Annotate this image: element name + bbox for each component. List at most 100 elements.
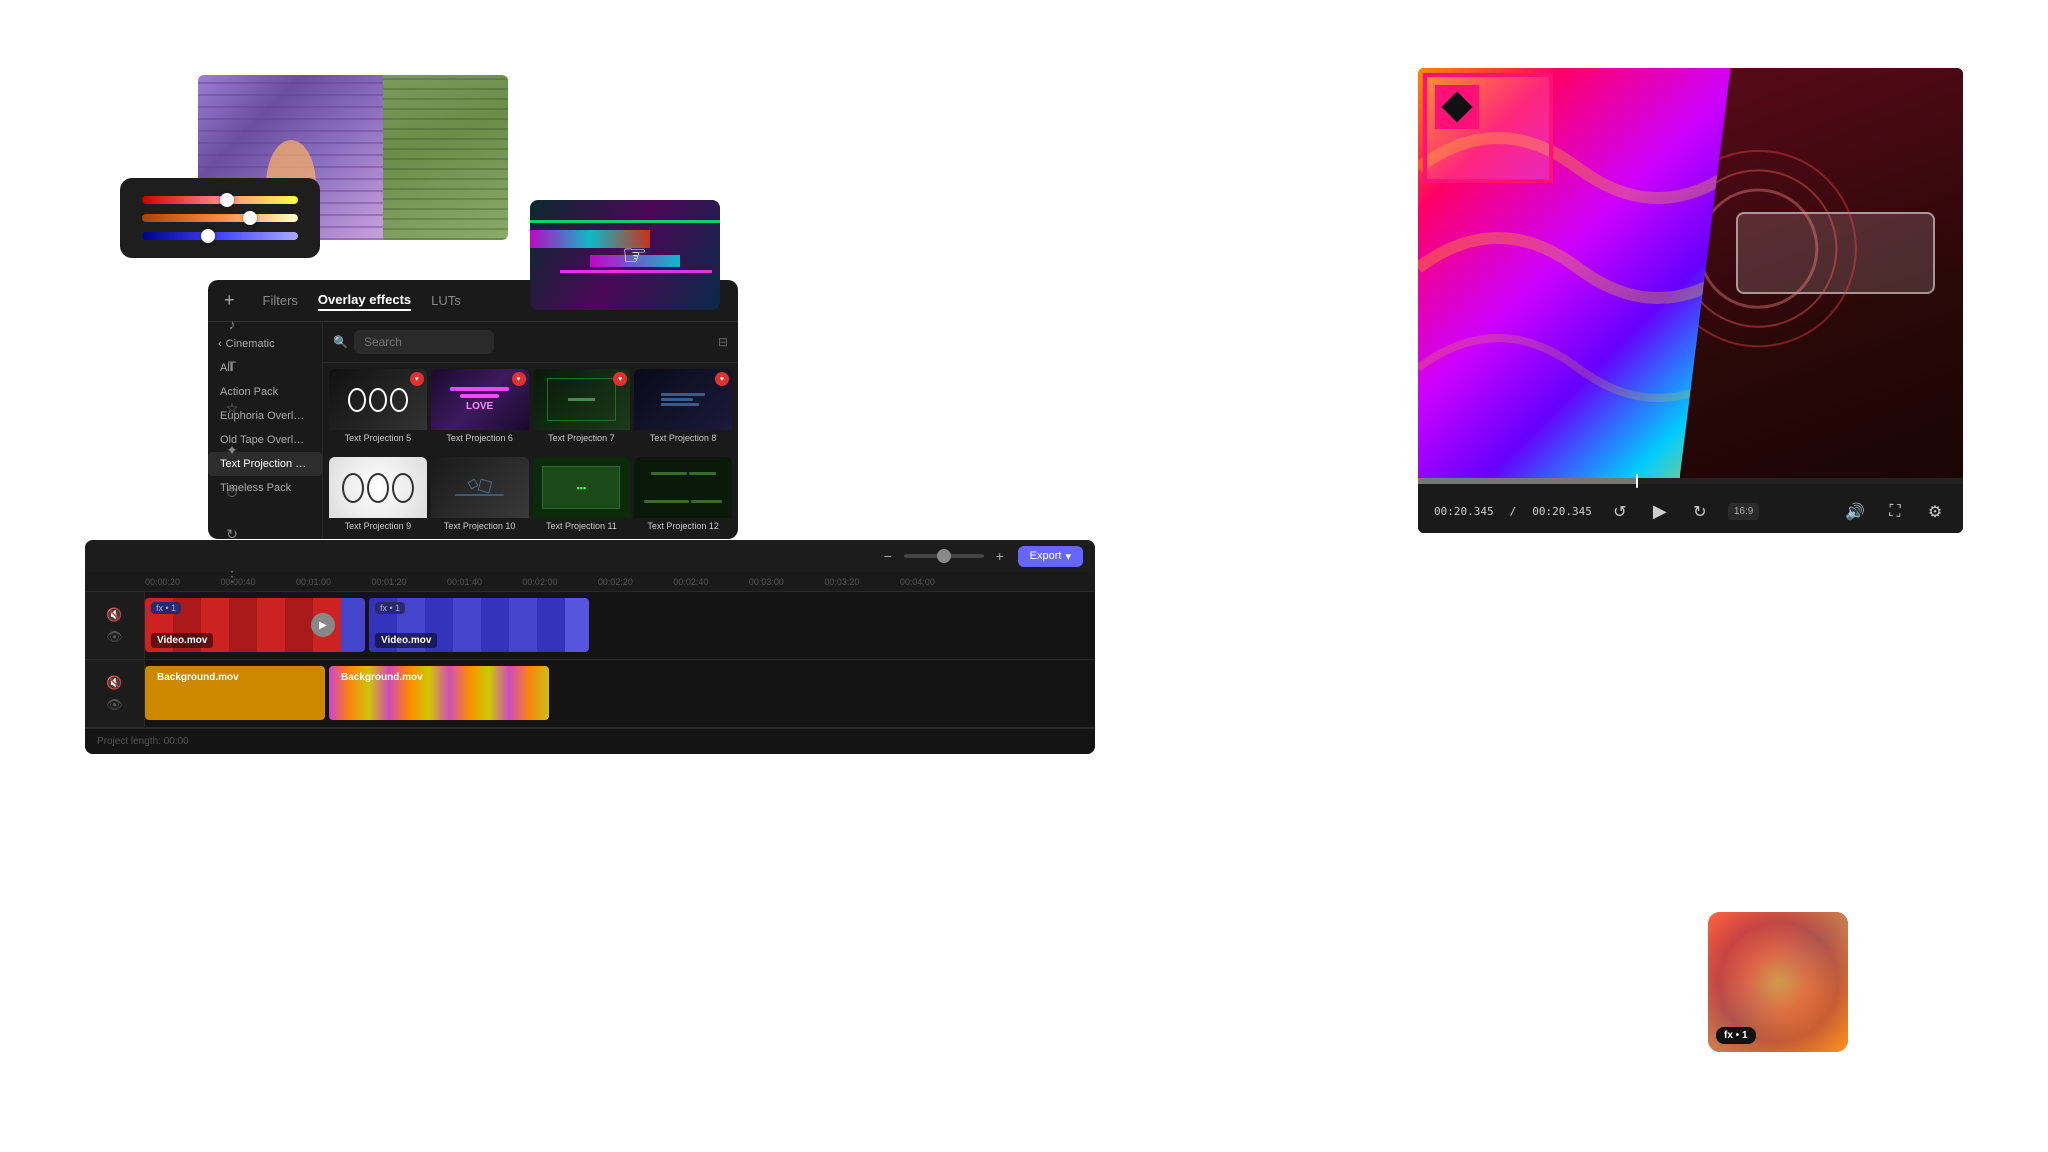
- bg-track-row: 🔇 👁 Background.mov Background.mov: [85, 660, 1095, 728]
- volume-button[interactable]: 🔊: [1843, 500, 1867, 524]
- forward-button[interactable]: ↻: [1688, 500, 1712, 524]
- thumb-tp7[interactable]: Text Projection 7: [533, 369, 631, 445]
- toolbar-icon-effects[interactable]: ☆: [218, 394, 246, 422]
- orange-slider-row: [142, 214, 298, 222]
- zoom-in-button[interactable]: +: [990, 546, 1010, 566]
- floating-thumbnail[interactable]: fx • 1: [1708, 912, 1848, 1052]
- thumb-tp8[interactable]: Text Projection 8: [634, 369, 732, 445]
- ruler-6: 00:02:20: [598, 577, 633, 587]
- bg-segment-2[interactable]: Background.mov: [329, 666, 549, 720]
- playhead-marker[interactable]: ▶: [311, 613, 335, 637]
- video-segment-1[interactable]: fx • 1 Video.mov ▶: [145, 598, 365, 652]
- thumb-tp11[interactable]: ▪▪▪ Text Projection 11: [533, 457, 631, 533]
- zoom-out-button[interactable]: −: [878, 546, 898, 566]
- search-icon: 🔍: [333, 335, 348, 349]
- color-sliders-panel: [120, 178, 320, 258]
- time-separator: /: [1510, 505, 1517, 518]
- filter-icon[interactable]: ⊟: [718, 335, 728, 349]
- ruler-2: 00:01:00: [296, 577, 331, 587]
- bg-eye-icon[interactable]: 👁: [106, 697, 123, 713]
- video-track-row: 🔇 👁 fx • 1 Video.mov ▶: [85, 592, 1095, 660]
- thumb-label-tp5: Text Projection 5: [329, 430, 427, 445]
- search-input[interactable]: [354, 330, 494, 354]
- toolbar-icon-text[interactable]: T: [218, 352, 246, 380]
- cursor-icon: ☞: [622, 239, 647, 272]
- thumb-img-tp9: [329, 457, 427, 518]
- diamond-shape: [1441, 91, 1472, 122]
- timeline-footer: Project length: 00:00: [85, 728, 1095, 754]
- tab-overlay[interactable]: Overlay effects: [318, 290, 411, 311]
- thumb-badge-tp5: [410, 372, 424, 386]
- red-slider-row: [142, 196, 298, 204]
- zoom-slider[interactable]: [904, 554, 984, 558]
- video-seg1-label: Video.mov: [151, 633, 213, 648]
- diamond-icon: [1435, 85, 1479, 129]
- zoom-controls: − +: [878, 546, 1010, 566]
- ruler-7: 00:02:40: [673, 577, 708, 587]
- video-seg2-fx: fx • 1: [375, 602, 405, 614]
- thumb-badge-tp8: [715, 372, 729, 386]
- tab-filters[interactable]: Filters: [263, 291, 298, 310]
- total-time: 00:20.345: [1532, 505, 1592, 518]
- effects-grid-area: 🔍 ⊟: [323, 322, 738, 539]
- ruler-5: 00:02:00: [522, 577, 557, 587]
- thumb-tp5[interactable]: Text Projection 5: [329, 369, 427, 445]
- aspect-ratio-button[interactable]: 16:9: [1728, 503, 1759, 520]
- search-row: 🔍 ⊟: [323, 322, 738, 363]
- ruler-9: 00:03:20: [824, 577, 859, 587]
- play-button[interactable]: ▶: [1648, 500, 1672, 524]
- red-slider-track[interactable]: [142, 196, 298, 204]
- export-button[interactable]: Export ▾: [1018, 546, 1083, 567]
- thumb-label-tp7: Text Projection 7: [533, 430, 631, 445]
- video-progress-strip[interactable]: [1418, 478, 1963, 484]
- bg-track-content[interactable]: Background.mov Background.mov: [145, 660, 1095, 727]
- toolbar-icon-music[interactable]: ♪: [218, 310, 246, 338]
- thumb-img-tp12: [634, 457, 732, 518]
- main-video-preview: 00:20.345 / 00:20.345 ↺ ▶ ↻ 16:9 🔊 ⛶ ⚙: [1418, 68, 1963, 533]
- rewind-button[interactable]: ↺: [1608, 500, 1632, 524]
- fullscreen-button[interactable]: ⛶: [1883, 500, 1907, 524]
- thumb-img-tp10: [431, 457, 529, 518]
- video-segment-2[interactable]: fx • 1 Video.mov: [369, 598, 589, 652]
- photo-right: [383, 75, 508, 240]
- add-button[interactable]: +: [224, 290, 235, 311]
- thumb-tp10[interactable]: Text Projection 10: [431, 457, 529, 533]
- thumb-label-tp10: Text Projection 10: [431, 518, 529, 533]
- orange-slider-track[interactable]: [142, 214, 298, 222]
- video-track-content[interactable]: fx • 1 Video.mov ▶ fx • 1: [145, 592, 1095, 659]
- left-toolbar: ♪ T ☆ ✦ ⏱ ↻ ⋮: [218, 310, 246, 590]
- glitch-thumbnail[interactable]: ☞: [530, 200, 720, 310]
- tab-luts[interactable]: LUTs: [431, 291, 461, 310]
- thumb-tp6[interactable]: LOVE Text Projection 6: [431, 369, 529, 445]
- toolbar-icon-timer[interactable]: ⏱: [218, 478, 246, 506]
- ruler-3: 00:01:20: [371, 577, 406, 587]
- thumb-img-tp11: ▪▪▪: [533, 457, 631, 518]
- ruler-10: 00:04:00: [900, 577, 935, 587]
- thumb-label-tp6: Text Projection 6: [431, 430, 529, 445]
- video-seg2-label: Video.mov: [375, 633, 437, 648]
- video-track-controls: 🔇 👁: [85, 592, 145, 659]
- red-slider-thumb[interactable]: [220, 193, 234, 207]
- blue-slider-thumb[interactable]: [201, 229, 215, 243]
- preview-image: [1418, 68, 1963, 478]
- video-progress-fill: [1418, 478, 1636, 484]
- settings-button[interactable]: ⚙: [1923, 500, 1947, 524]
- toolbar-icon-more[interactable]: ⋮: [218, 562, 246, 590]
- float-fx-badge: fx • 1: [1716, 1027, 1756, 1044]
- orange-slider-thumb[interactable]: [243, 211, 257, 225]
- toolbar-icon-magic[interactable]: ✦: [218, 436, 246, 464]
- bg-seg1-label: Background.mov: [151, 670, 245, 685]
- thumb-tp12[interactable]: Text Projection 12: [634, 457, 732, 533]
- thumb-tp9[interactable]: Text Projection 9: [329, 457, 427, 533]
- thumb-badge-tp6: [512, 372, 526, 386]
- bg-segment-1[interactable]: Background.mov: [145, 666, 325, 720]
- video-mute-icon[interactable]: 🔇: [106, 607, 122, 623]
- thumb-label-tp8: Text Projection 8: [634, 430, 732, 445]
- blue-slider-track[interactable]: [142, 232, 298, 240]
- bg-mute-icon[interactable]: 🔇: [106, 675, 122, 691]
- pink-frame: [1423, 73, 1553, 183]
- video-eye-icon[interactable]: 👁: [106, 629, 123, 645]
- ruler-4: 00:01:40: [447, 577, 482, 587]
- toolbar-icon-refresh[interactable]: ↻: [218, 520, 246, 548]
- effects-panel: + Filters Overlay effects LUTs ‹ Cinemat…: [208, 280, 738, 539]
